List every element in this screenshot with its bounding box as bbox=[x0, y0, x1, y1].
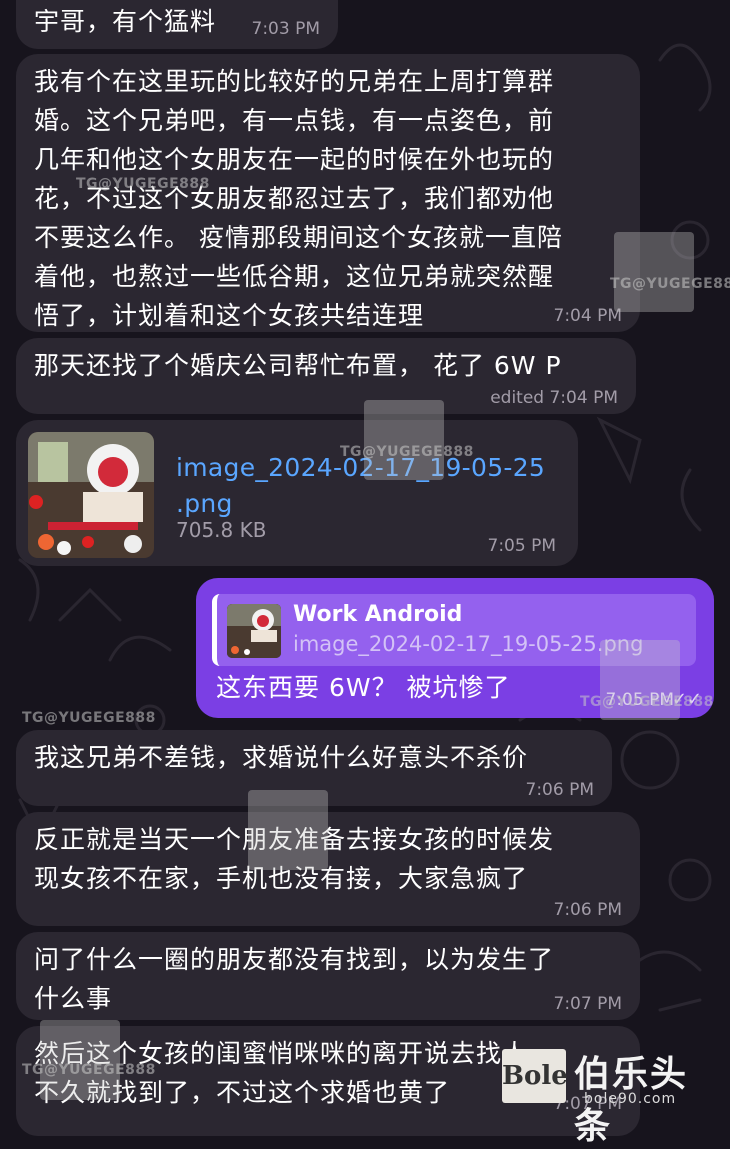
message-text: 我有个在这里玩的比较好的兄弟在上周打算群 婚。这个兄弟吧，有一点钱，有一点姿色，… bbox=[34, 67, 563, 330]
watermark-box bbox=[248, 790, 328, 870]
message-time: 7:06 PM bbox=[525, 780, 595, 800]
reply-author: Work Android bbox=[293, 602, 463, 627]
message-bubble[interactable]: 问了什么一圈的朋友都没有找到，以为发生了 什么事 7:07 PM bbox=[16, 932, 640, 1020]
reply-thumbnail bbox=[227, 604, 281, 658]
file-name[interactable]: image_2024-02-17_19-05-25 .png bbox=[176, 450, 545, 522]
message-bubble[interactable]: 那天还找了个婚庆公司帮忙布置， 花了 6W P edited 7:04 PM bbox=[16, 338, 636, 414]
watermark-text: TG@YUGEGE888 bbox=[22, 710, 156, 726]
watermark-text: TG@YUGEGE888 bbox=[340, 444, 474, 460]
file-name-line: .png bbox=[176, 489, 233, 518]
message-text: 问了什么一圈的朋友都没有找到，以为发生了 什么事 bbox=[34, 945, 555, 1013]
site-logo: Bole 伯乐头条 bole90.com bbox=[502, 1045, 722, 1147]
watermark-text: TG@YUGEGE888 bbox=[610, 276, 730, 292]
message-time: 7:06 PM bbox=[553, 900, 623, 920]
message-bubble[interactable]: 反正就是当天一个朋友准备去接女孩的时候发 现女孩不在家，手机也没有接，大家急疯了… bbox=[16, 812, 640, 926]
watermark-text: TG@YUGEGE888 bbox=[76, 176, 210, 192]
message-text: 我这兄弟不差钱，求婚说什么好意头不杀价 bbox=[34, 743, 529, 772]
file-size: 705.8 KB bbox=[176, 518, 267, 542]
logo-url: bole90.com bbox=[584, 1091, 677, 1107]
watermark-box bbox=[364, 400, 444, 480]
message-bubble[interactable]: 我有个在这里玩的比较好的兄弟在上周打算群 婚。这个兄弟吧，有一点钱，有一点姿色，… bbox=[16, 54, 640, 332]
file-message-bubble[interactable]: image_2024-02-17_19-05-25 .png 705.8 KB … bbox=[16, 420, 578, 566]
message-time: 7:04 PM bbox=[553, 306, 623, 326]
watermark-text: TG@YUGEGE888 bbox=[580, 694, 714, 710]
message-bubble[interactable]: 宇哥，有个猛料 7:03 PM bbox=[16, 0, 338, 49]
watermark-box bbox=[40, 1020, 120, 1100]
message-time: 7:03 PM bbox=[251, 19, 321, 39]
message-time: edited 7:04 PM bbox=[490, 388, 618, 408]
watermark-box bbox=[614, 232, 694, 312]
message-text: 那天还找了个婚庆公司帮忙布置， 花了 6W P bbox=[34, 351, 562, 380]
reply-text: image_2024-02-17_19-05-25.png bbox=[293, 632, 644, 656]
message-text: 这东西要 6W？ 被坑惨了 bbox=[216, 673, 511, 702]
logo-mark: Bole bbox=[502, 1049, 568, 1103]
photo-thumbnail[interactable] bbox=[28, 432, 154, 558]
watermark-text: TG@YUGEGE888 bbox=[22, 1062, 156, 1078]
message-time: 7:07 PM bbox=[553, 994, 623, 1014]
message-time: 7:05 PM bbox=[487, 536, 557, 556]
